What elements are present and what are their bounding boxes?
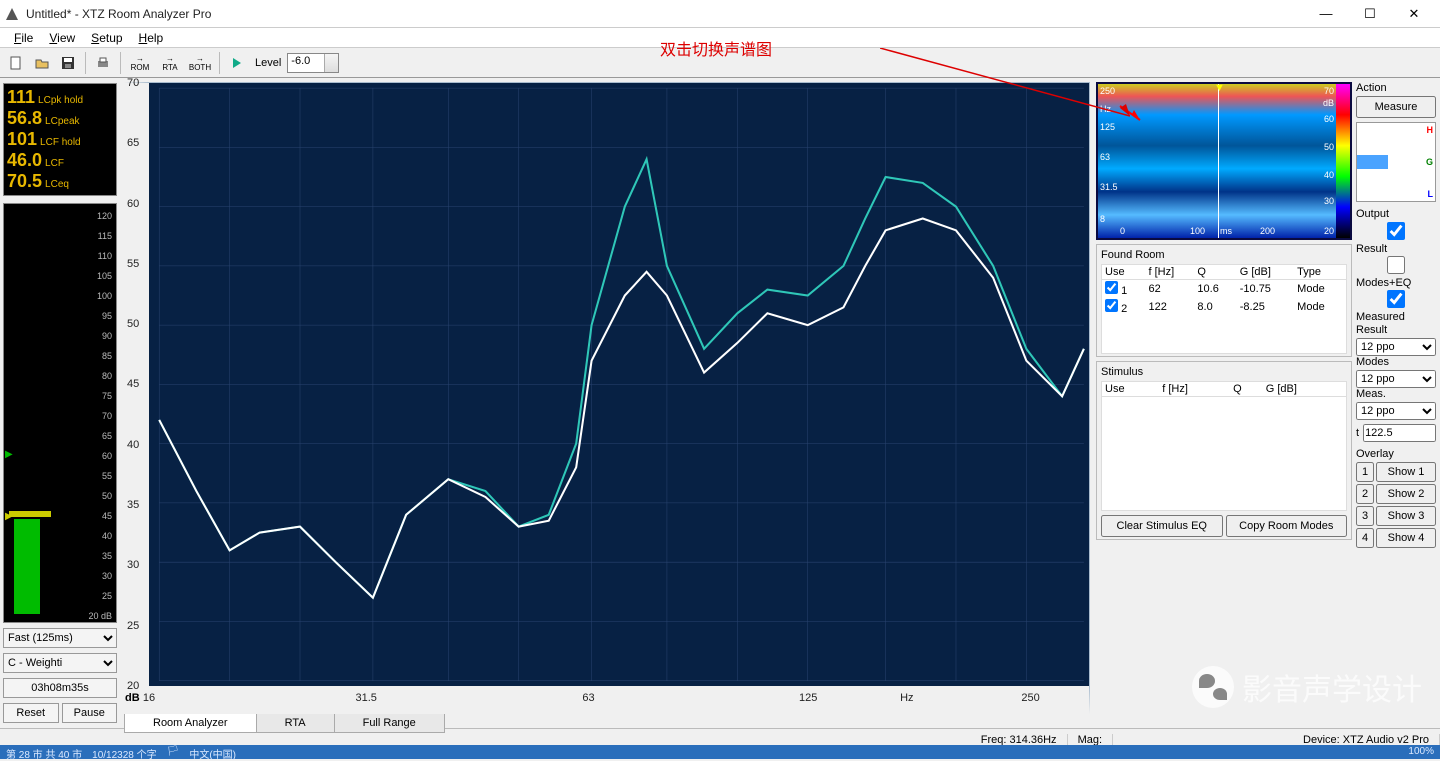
weighting-select[interactable]: C - Weighti [3,653,117,673]
minimize-button[interactable]: — [1304,1,1348,27]
clock-display [3,678,117,698]
show-2[interactable]: Show 2 [1376,484,1436,504]
found-room-group: Found Room Usef [Hz]QG [dB]Type 16210.6-… [1096,244,1352,357]
freq-response-chart[interactable]: dB 70656055504540353025201631.563125Hz25… [124,82,1090,714]
stimulus-table[interactable]: Usef [Hz]QG [dB] [1102,382,1346,397]
level-spinner[interactable]: -6.0 [287,53,339,73]
show-3[interactable]: Show 3 [1376,506,1436,526]
tab-full-range[interactable]: Full Range [334,714,445,733]
play-icon[interactable] [225,51,249,75]
window-title: Untitled* - XTZ Room Analyzer Pro [26,7,1304,21]
menu-setup[interactable]: Setup [83,29,130,47]
tab-rta[interactable]: RTA [256,714,335,733]
reset-button[interactable]: Reset [3,703,59,723]
table-row: 21228.0-8.25Mode [1102,298,1346,316]
stimulus-group: Stimulus Usef [Hz]QG [dB] Clear Stimulus… [1096,361,1352,540]
measure-button[interactable]: Measure [1356,96,1436,118]
table-row: 16210.6-10.75Mode [1102,280,1346,299]
print-icon[interactable] [91,51,115,75]
spectrogram[interactable]: 250 Hz 125 63 31.5 8 0 100 ms 200 70 dB … [1096,82,1352,240]
menubar: File View Setup Help [0,28,1440,48]
meas-select[interactable]: 12 ppo [1356,402,1436,420]
result-select[interactable]: 12 ppo [1356,338,1436,356]
close-button[interactable]: ✕ [1392,1,1436,27]
spectro-arrow-icon [1118,104,1144,124]
open-icon[interactable] [30,51,54,75]
rta-button[interactable]: →RTA [156,51,184,75]
meter-peak-marker: ▶ [5,449,13,460]
word-statusbar: 第 28 市 共 40 市10/12328 个字🏳中文(中国) 100% [0,745,1440,759]
overlay-3[interactable]: 3 [1356,506,1374,526]
app-icon [4,6,20,22]
clear-stimulus-button[interactable]: Clear Stimulus EQ [1101,515,1223,537]
menu-help[interactable]: Help [131,29,172,47]
menu-file[interactable]: File [6,29,41,47]
center-panel: dB 70656055504540353025201631.563125Hz25… [120,78,1094,728]
meter-bar [14,519,40,614]
found-room-table[interactable]: Usef [Hz]QG [dB]Type 16210.6-10.75Mode 2… [1102,265,1346,316]
level-meter: 1201151101051009590858075706560555045403… [3,203,117,623]
speed-select[interactable]: Fast (125ms) [3,628,117,648]
menu-view[interactable]: View [41,29,83,47]
both-button[interactable]: →BOTH [186,51,214,75]
copy-room-modes-button[interactable]: Copy Room Modes [1226,515,1348,537]
rom-button[interactable]: →ROM [126,51,154,75]
show-1[interactable]: Show 1 [1376,462,1436,482]
new-icon[interactable] [4,51,28,75]
meter-readout: 111LCpk hold 56.8LCpeak 101LCF hold 46.0… [3,83,117,196]
overlay-4[interactable]: 4 [1356,528,1374,548]
chk-measured[interactable] [1356,290,1436,308]
pause-button[interactable]: Pause [62,703,118,723]
modes-select[interactable]: 12 ppo [1356,370,1436,388]
level-label: Level [251,57,285,69]
tab-room-analyzer[interactable]: Room Analyzer [124,714,257,733]
right-panel: 250 Hz 125 63 31.5 8 0 100 ms 200 70 dB … [1094,78,1440,728]
chk-modes-eq[interactable] [1356,256,1436,274]
overlay-1[interactable]: 1 [1356,462,1374,482]
left-panel: 111LCpk hold 56.8LCpeak 101LCF hold 46.0… [0,78,120,728]
meter-hold-line [9,511,51,517]
titlebar: Untitled* - XTZ Room Analyzer Pro — ☐ ✕ [0,0,1440,28]
chk-result[interactable] [1356,222,1436,240]
t-spinner[interactable] [1363,424,1436,442]
maximize-button[interactable]: ☐ [1348,1,1392,27]
toolbar: →ROM →RTA →BOTH Level -6.0 [0,48,1440,78]
save-icon[interactable] [56,51,80,75]
overlay-2[interactable]: 2 [1356,484,1374,504]
show-4[interactable]: Show 4 [1376,528,1436,548]
view-tabs: Room Analyzer RTA Full Range [124,714,1090,733]
output-level-meter: HGL [1356,122,1436,202]
